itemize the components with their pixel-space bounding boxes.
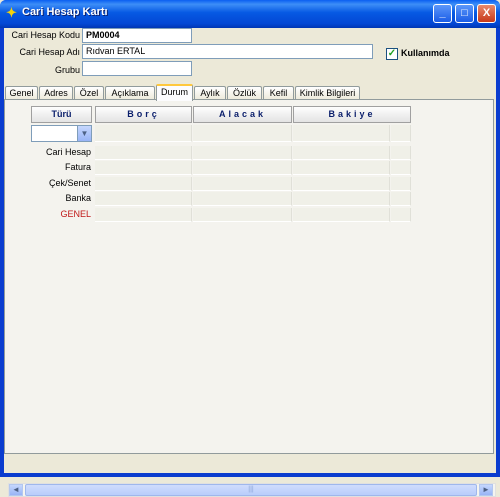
row-label-banka: Banka <box>65 193 91 203</box>
grid-cell[interactable] <box>391 161 411 175</box>
grid-cell[interactable] <box>193 125 292 142</box>
grubu-label: Grubu <box>54 65 80 75</box>
grid-cell[interactable] <box>95 161 192 175</box>
row-label-cari-hesap: Cari Hesap <box>45 147 91 157</box>
chevron-down-icon[interactable]: ▼ <box>77 126 91 141</box>
grid-cell[interactable] <box>193 177 292 191</box>
grid-cell[interactable] <box>193 161 292 175</box>
grid-cell[interactable] <box>193 192 292 206</box>
horizontal-scrollbar[interactable]: ◄ ||| ► <box>8 483 496 497</box>
grid-cell[interactable] <box>95 208 192 222</box>
grid-cell[interactable] <box>293 146 390 160</box>
grid-cell[interactable] <box>293 177 390 191</box>
grid-cell[interactable] <box>391 208 411 222</box>
title-bar[interactable]: ✦ Cari Hesap Kartı _ □ X <box>0 0 500 28</box>
scroll-right-button[interactable]: ► <box>479 484 493 496</box>
tab-genel[interactable]: Genel <box>5 86 38 100</box>
kod-field[interactable]: PM0004 <box>82 28 192 43</box>
grid-cell[interactable] <box>293 125 390 142</box>
grid-cell[interactable] <box>391 177 411 191</box>
kod-label: Cari Hesap Kodu <box>11 30 80 40</box>
grid-cell[interactable] <box>391 192 411 206</box>
turu-select[interactable]: ▼ <box>31 125 92 142</box>
tab-aylik[interactable]: Aylık <box>194 86 226 100</box>
checkbox-box[interactable]: ✓ <box>386 48 398 60</box>
alacak-header: Alacak <box>193 106 292 123</box>
grid-cell[interactable] <box>193 208 292 222</box>
form-area: Cari Hesap Kodu PM0004 Cari Hesap Adı Rı… <box>4 28 496 497</box>
grid-cell[interactable] <box>391 146 411 160</box>
tab-strip: Genel Adres Özel Açıklama Durum Aylık Öz… <box>4 84 496 101</box>
grid-cell[interactable] <box>391 125 411 142</box>
tab-kefil[interactable]: Kefil <box>263 86 294 100</box>
window-title: Cari Hesap Kartı <box>22 6 108 18</box>
flame-icon: ✦ <box>6 5 17 20</box>
grid-cell[interactable] <box>293 161 390 175</box>
grubu-field[interactable] <box>82 61 192 76</box>
tab-durum[interactable]: Durum <box>156 84 193 101</box>
grid-cell[interactable] <box>95 146 192 160</box>
maximize-button[interactable]: □ <box>455 4 474 23</box>
tab-kimlik-bilgileri[interactable]: Kimlik Bilgileri <box>295 86 360 100</box>
tab-ozel[interactable]: Özel <box>74 86 104 100</box>
kullanimda-label: Kullanımda <box>401 48 450 58</box>
row-label-cek-senet: Çek/Senet <box>48 178 91 188</box>
grid-cell[interactable] <box>95 125 192 142</box>
grid-cell[interactable] <box>95 192 192 206</box>
close-button[interactable]: X <box>477 4 496 23</box>
row-label-fatura: Fatura <box>64 162 91 172</box>
tab-ozluk[interactable]: Özlük <box>227 86 262 100</box>
tab-adres[interactable]: Adres <box>39 86 73 100</box>
grid-cell[interactable] <box>95 177 192 191</box>
grid-cell[interactable] <box>193 146 292 160</box>
scroll-left-button[interactable]: ◄ <box>9 484 23 496</box>
adi-label: Cari Hesap Adı <box>19 47 80 57</box>
row-label-genel: GENEL <box>60 209 91 219</box>
turu-header: Türü <box>31 106 92 123</box>
minimize-button[interactable]: _ <box>433 4 452 23</box>
durum-panel: Türü Borç Alacak Bakiye ▼ Cari Hesap Fat… <box>4 99 494 454</box>
scroll-thumb[interactable]: ||| <box>25 484 477 496</box>
tab-aciklama[interactable]: Açıklama <box>105 86 155 100</box>
grid-cell[interactable] <box>293 208 390 222</box>
bakiye-header: Bakiye <box>293 106 411 123</box>
window: ✦ Cari Hesap Kartı _ □ X Cari Hesap Kodu… <box>0 0 500 497</box>
adi-field[interactable]: Rıdvan ERTAL <box>82 44 373 59</box>
borc-header: Borç <box>95 106 192 123</box>
grid-cell[interactable] <box>293 192 390 206</box>
